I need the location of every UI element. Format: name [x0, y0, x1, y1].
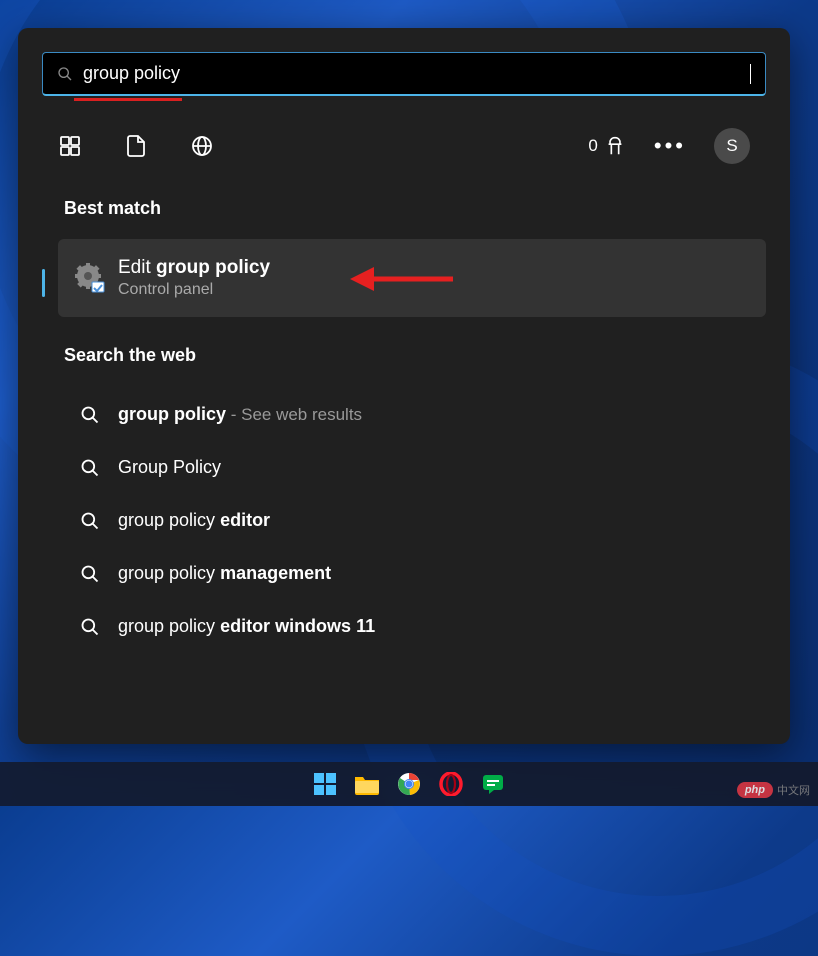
- documents-filter-icon[interactable]: [124, 134, 148, 158]
- best-match-header: Best match: [64, 198, 766, 219]
- opera-icon[interactable]: [437, 770, 465, 798]
- annotation-underline: [74, 98, 182, 101]
- user-avatar[interactable]: S: [714, 128, 750, 164]
- search-icon: [80, 617, 100, 637]
- watermark: php 中文网: [737, 782, 810, 798]
- filter-row: 0 ••• S: [42, 128, 766, 164]
- web-result-text: group policy editor: [118, 510, 270, 531]
- web-result-text: Group Policy: [118, 457, 221, 478]
- best-match-result[interactable]: Edit group policy Control panel: [58, 239, 766, 317]
- search-web-header: Search the web: [64, 345, 766, 366]
- more-options-icon[interactable]: •••: [654, 133, 686, 159]
- web-result-item[interactable]: group policy editor: [42, 494, 766, 547]
- watermark-text: 中文网: [777, 782, 810, 798]
- start-search-panel: group policy 0: [18, 28, 790, 744]
- filter-icons: [58, 134, 214, 158]
- rewards-icon: [604, 135, 626, 157]
- header-right-controls: 0 ••• S: [588, 128, 750, 164]
- start-button[interactable]: [311, 770, 339, 798]
- best-match-text: Edit group policy Control panel: [118, 257, 270, 299]
- file-explorer-icon[interactable]: [353, 770, 381, 798]
- chrome-icon[interactable]: [395, 770, 423, 798]
- apps-filter-icon[interactable]: [58, 134, 82, 158]
- watermark-badge: php: [737, 782, 773, 798]
- search-icon: [80, 405, 100, 425]
- search-icon: [80, 511, 100, 531]
- web-result-item[interactable]: Group Policy: [42, 441, 766, 494]
- rewards-count: 0: [588, 136, 597, 156]
- search-icon: [80, 564, 100, 584]
- web-result-item[interactable]: group policy management: [42, 547, 766, 600]
- web-result-text: group policy - See web results: [118, 404, 362, 425]
- taskbar: [0, 762, 818, 806]
- search-icon: [80, 458, 100, 478]
- best-match-title: Edit group policy: [118, 257, 270, 279]
- web-result-item[interactable]: group policy - See web results: [42, 388, 766, 441]
- search-box[interactable]: group policy: [42, 52, 766, 96]
- search-input-text[interactable]: group policy: [83, 63, 750, 84]
- avatar-initial: S: [726, 136, 737, 156]
- search-icon: [57, 66, 73, 82]
- web-filter-icon[interactable]: [190, 134, 214, 158]
- web-result-text: group policy management: [118, 563, 331, 584]
- chat-app-icon[interactable]: [479, 770, 507, 798]
- web-result-item[interactable]: group policy editor windows 11: [42, 600, 766, 653]
- rewards-counter[interactable]: 0: [588, 135, 625, 157]
- text-cursor: [750, 64, 751, 84]
- gear-icon: [74, 262, 106, 294]
- annotation-arrow: [348, 259, 458, 299]
- best-match-subtitle: Control panel: [118, 281, 270, 299]
- web-results-list: group policy - See web results Group Pol…: [42, 388, 766, 653]
- web-result-text: group policy editor windows 11: [118, 616, 375, 637]
